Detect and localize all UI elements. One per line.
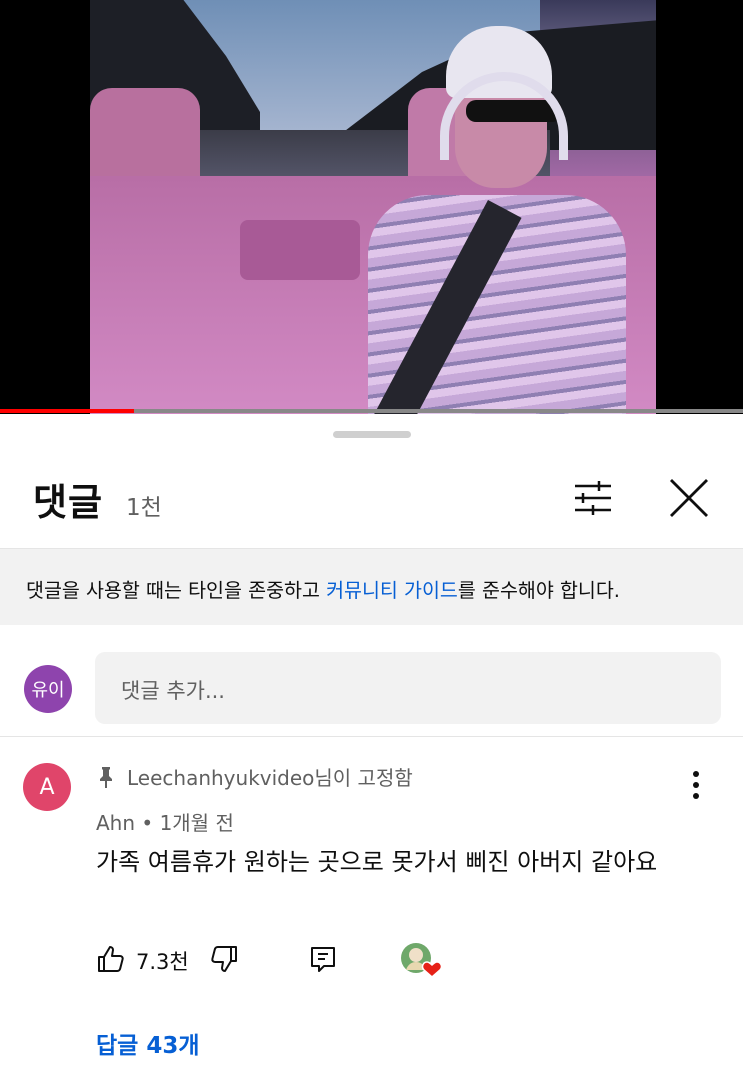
pinned-by-text: Leechanhyukvideo님이 고정함 (127, 766, 413, 790)
comments-title: 댓글 (33, 481, 104, 524)
comment-author[interactable]: Ahn (96, 811, 135, 835)
drag-handle[interactable] (333, 431, 411, 438)
video-player[interactable] (0, 0, 743, 414)
close-icon[interactable] (667, 476, 711, 520)
thumbs-up-icon[interactable] (96, 944, 126, 974)
comment-text: 가족 여름휴가 원하는 곳으로 못가서 삐진 아버지 같아요 (96, 848, 658, 876)
view-replies-button[interactable]: 답글 43개 (96, 1026, 200, 1060)
video-frame (90, 0, 656, 414)
reply-icon[interactable] (308, 944, 338, 974)
add-comment-input[interactable]: 댓글 추가... (95, 652, 721, 724)
comment-meta: Ahn • 1개월 전 (96, 807, 234, 836)
video-progress-fill (0, 409, 134, 413)
add-comment-placeholder: 댓글 추가... (121, 679, 225, 703)
user-avatar: 유이 (24, 665, 72, 713)
commenter-avatar[interactable]: A (23, 763, 71, 811)
more-vert-icon[interactable] (688, 770, 704, 800)
comments-count: 1천 (126, 495, 162, 521)
video-progress-bar[interactable] (0, 409, 743, 413)
like-count: 7.3천 (136, 950, 189, 974)
community-guidelines-link[interactable]: 커뮤니티 가이드 (326, 579, 458, 602)
pin-icon (100, 766, 112, 788)
thumbs-down-icon[interactable] (209, 944, 239, 974)
meta-separator: • (141, 811, 154, 835)
community-notice: 댓글을 사용할 때는 타인을 존중하고 커뮤니티 가이드를 준수해야 합니다. (0, 548, 743, 625)
pinned-label: Leechanhyukvideo님이 고정함 (99, 762, 413, 791)
comments-sheet: 댓글 1천 댓글을 사용할 때는 타인을 존중하고 커뮤니티 가이드를 준수해야… (0, 414, 743, 1078)
comment-time: 1개월 전 (159, 811, 234, 835)
filter-icon[interactable] (573, 478, 613, 518)
divider (0, 736, 743, 737)
comment-actions: 7.3천 (96, 942, 496, 978)
notice-text: 댓글을 사용할 때는 타인을 존중하고 커뮤니티 가이드를 준수해야 합니다. (26, 579, 620, 602)
creator-heart-icon (401, 943, 442, 978)
